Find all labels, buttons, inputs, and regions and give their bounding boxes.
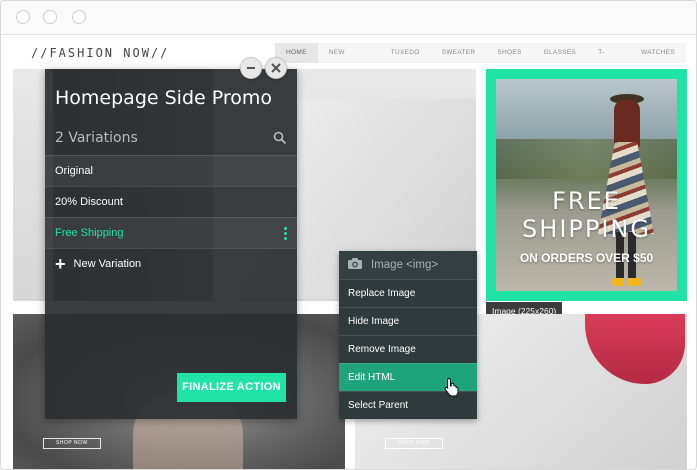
browser-chrome: [1, 1, 696, 35]
variations-count: 2 Variations: [55, 130, 138, 146]
hide-image-item[interactable]: Hide Image: [339, 307, 477, 335]
nav-item-t-shirt[interactable]: T-SHIRT: [587, 43, 631, 76]
nav-item-sweater[interactable]: SWEATER: [430, 43, 487, 63]
finalize-action-button[interactable]: FINALIZE ACTION: [177, 373, 286, 402]
site-logo[interactable]: //FASHION NOW//: [31, 46, 169, 60]
site-header: //FASHION NOW// HOME NEW ARRIVALS TUXEDO…: [13, 43, 686, 76]
nav-item-glasses[interactable]: GLASSES: [532, 43, 588, 63]
variation-original[interactable]: Original: [45, 155, 297, 186]
variation-free-shipping[interactable]: Free Shipping: [45, 217, 297, 248]
nav-item-tuxedo[interactable]: TUXEDO: [379, 43, 431, 63]
new-variation-label: New Variation: [73, 257, 142, 270]
lips-graphic: [585, 314, 685, 384]
promo-subtitle: ON ORDERS OVER $50: [519, 251, 654, 265]
variations-panel: Homepage Side Promo 2 Variations Origina…: [45, 69, 297, 419]
variation-label: Free Shipping: [55, 227, 124, 239]
shop-now-button[interactable]: SHOP NOW: [385, 438, 443, 449]
promo-title: FREE SHIPPING: [486, 187, 687, 243]
promo-image[interactable]: FREE SHIPPING ON ORDERS OVER $50: [486, 69, 687, 301]
close-icon[interactable]: [265, 57, 287, 79]
more-vertical-icon[interactable]: [284, 227, 287, 240]
nav-item-new-arrivals[interactable]: NEW ARRIVALS: [317, 43, 380, 76]
window-control-dot[interactable]: [72, 10, 86, 24]
nav-item-shoes[interactable]: SHOES: [486, 43, 533, 63]
context-menu-title: Image <img>: [371, 259, 439, 271]
promo-title-line2: SHIPPING: [522, 215, 651, 243]
variation-20-discount[interactable]: 20% Discount: [45, 186, 297, 217]
new-variation-button[interactable]: + New Variation: [45, 248, 297, 279]
search-icon[interactable]: [273, 131, 287, 145]
window-control-dot[interactable]: [16, 10, 30, 24]
panel-title: Homepage Side Promo: [55, 87, 273, 109]
main-nav: HOME NEW ARRIVALS TUXEDO SWEATER SHOES G…: [275, 43, 686, 76]
promo-title-line1: FREE: [552, 187, 621, 215]
variations-list: Original 20% Discount Free Shipping + Ne…: [45, 155, 297, 279]
camera-icon: [347, 257, 363, 273]
browser-window: //FASHION NOW// HOME NEW ARRIVALS TUXEDO…: [0, 0, 697, 470]
shop-now-button[interactable]: SHOP NOW: [43, 438, 101, 449]
replace-image-item[interactable]: Replace Image: [339, 279, 477, 307]
remove-image-item[interactable]: Remove Image: [339, 335, 477, 363]
nav-item-watches[interactable]: WATCHES: [630, 43, 686, 63]
window-control-dot[interactable]: [43, 10, 57, 24]
minimize-icon[interactable]: [240, 57, 262, 79]
hand-cursor-icon: [444, 377, 460, 397]
context-menu-header: Image <img>: [339, 251, 477, 279]
plus-icon: +: [55, 253, 66, 274]
